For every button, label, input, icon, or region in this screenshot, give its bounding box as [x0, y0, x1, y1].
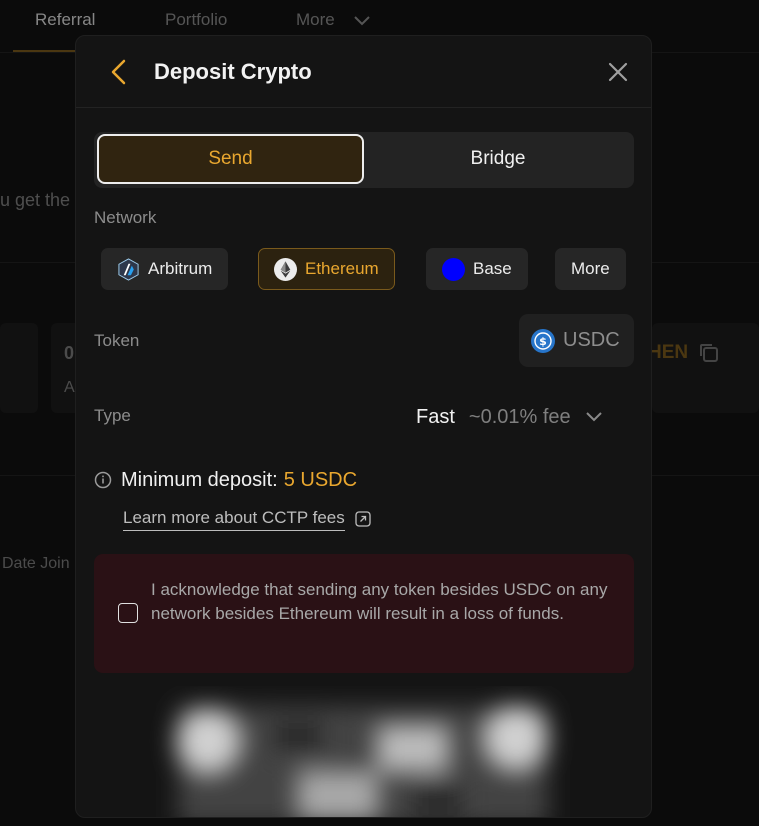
- deposit-qr-code: [176, 706, 548, 817]
- network-label-ethereum: Ethereum: [305, 259, 379, 278]
- acknowledge-checkbox[interactable]: [118, 603, 138, 623]
- acknowledgement-text: I acknowledge that sending any token bes…: [151, 580, 608, 623]
- svg-text:$: $: [539, 335, 547, 348]
- arbitrum-icon: [118, 257, 139, 281]
- network-more-button[interactable]: More: [555, 248, 626, 290]
- learn-more-text[interactable]: Learn more about CCTP fees: [123, 508, 345, 531]
- modal-title: Deposit Crypto: [154, 59, 312, 84]
- external-link-icon: [355, 511, 371, 527]
- network-arbitrum-button[interactable]: Arbitrum: [101, 248, 229, 290]
- send-bridge-toggle: Send Bridge: [94, 132, 634, 188]
- type-label: Type: [94, 406, 131, 425]
- chevron-down-icon: [585, 412, 602, 422]
- ethereum-icon: [274, 257, 297, 281]
- usdc-icon: $: [531, 328, 555, 353]
- base-icon: [442, 257, 465, 281]
- token-label: Token: [94, 331, 140, 350]
- network-label: Network: [94, 208, 157, 227]
- token-selector[interactable]: $ USDC: [519, 314, 634, 367]
- close-button[interactable]: [606, 60, 630, 84]
- network-base-button[interactable]: Base: [426, 248, 528, 290]
- minimum-deposit: Minimum deposit: 5 USDC: [94, 467, 357, 493]
- back-button[interactable]: [104, 56, 132, 88]
- acknowledgement-box: I acknowledge that sending any token bes…: [94, 554, 634, 673]
- minimum-deposit-value: 5 USDC: [283, 468, 358, 491]
- deposit-crypto-modal: Deposit Crypto Send Bridge Network Arbit…: [75, 35, 652, 818]
- bridge-tab[interactable]: Bridge: [364, 134, 632, 184]
- transfer-fee: ~0.01% fee: [468, 405, 571, 428]
- transfer-speed: Fast: [416, 405, 455, 428]
- network-label-base: Base: [473, 259, 512, 278]
- transfer-type-selector[interactable]: Fast ~0.01% fee: [416, 402, 603, 432]
- info-icon: [94, 471, 112, 489]
- send-tab[interactable]: Send: [97, 134, 364, 184]
- modal-header: Deposit Crypto: [76, 36, 651, 108]
- minimum-deposit-label: Minimum deposit:: [121, 468, 278, 491]
- token-symbol: USDC: [563, 329, 620, 351]
- network-ethereum-button[interactable]: Ethereum: [258, 248, 395, 290]
- network-label-arbitrum: Arbitrum: [148, 259, 213, 278]
- learn-more-link[interactable]: Learn more about CCTP fees: [123, 507, 371, 531]
- network-label-more: More: [571, 259, 610, 278]
